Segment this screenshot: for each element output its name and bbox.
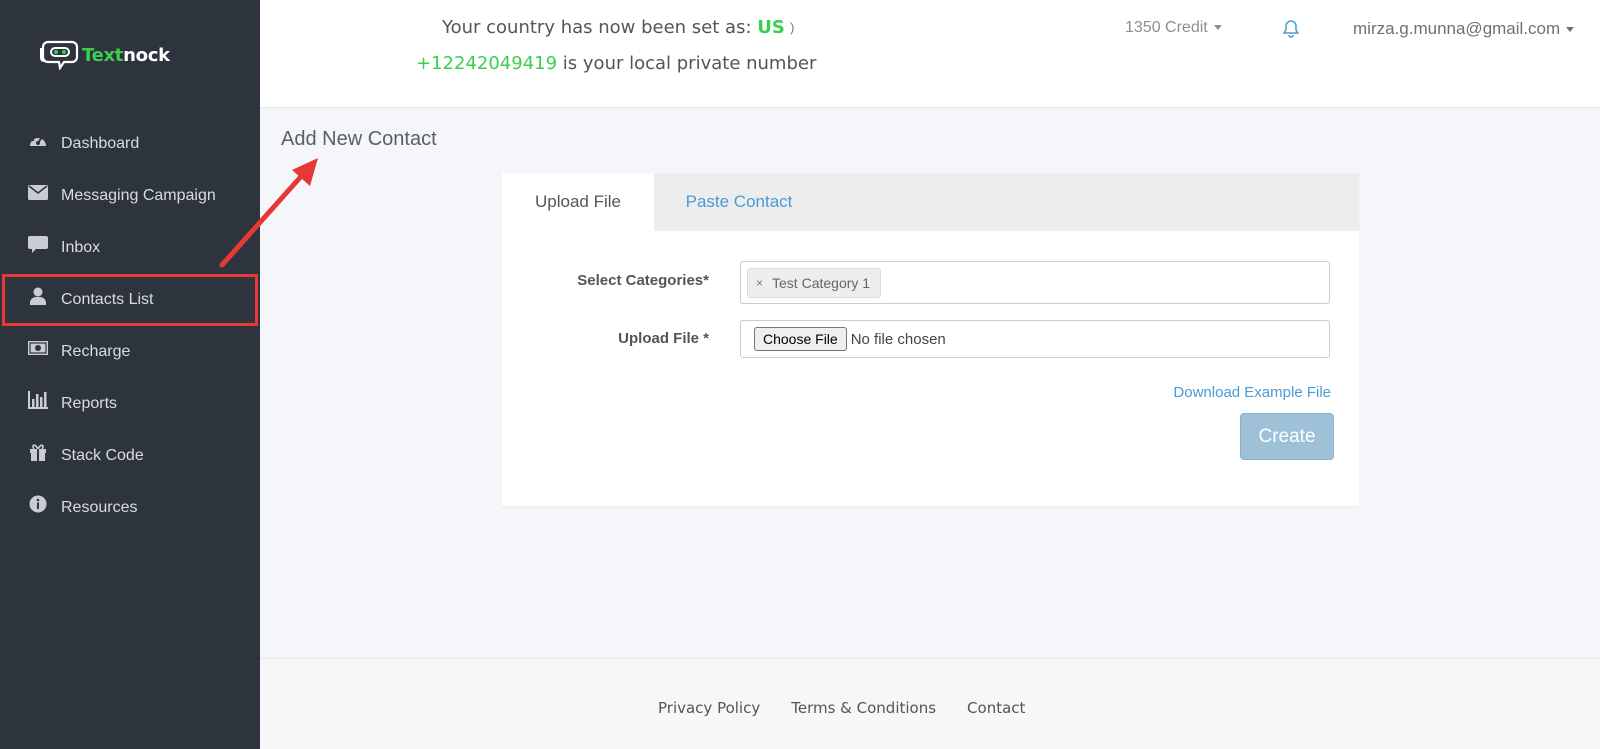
chat-bubble-icon — [28, 234, 48, 254]
add-contact-card: Upload File Paste Contact Select Categor… — [502, 173, 1359, 506]
user-menu[interactable]: mirza.g.munna@gmail.com — [1353, 19, 1575, 39]
country-code: US — [757, 17, 785, 38]
create-button[interactable]: Create — [1240, 413, 1334, 460]
footer: Privacy Policy Terms & Conditions Contac… — [260, 658, 1600, 749]
bar-chart-icon — [28, 390, 48, 410]
sidebar-item-resources[interactable]: Resources — [0, 482, 260, 534]
chevron-down-icon — [1566, 27, 1575, 33]
sidebar-item-label: Recharge — [61, 343, 131, 360]
bell-icon[interactable] — [1282, 19, 1300, 39]
download-example-link[interactable]: Download Example File — [1173, 384, 1331, 401]
annotation-arrow — [219, 158, 318, 268]
category-chip: × Test Category 1 — [747, 268, 882, 298]
sidebar-item-reports[interactable]: Reports — [0, 378, 260, 430]
envelope-icon — [28, 182, 48, 202]
private-number-notice: +12242049419 is your local private numbe… — [416, 53, 817, 74]
user-icon — [28, 286, 48, 306]
footer-links: Privacy Policy Terms & Conditions Contac… — [658, 699, 1056, 717]
notice-paren: ) — [790, 20, 795, 35]
no-file-text: No file chosen — [850, 330, 946, 348]
tab-bar: Upload File Paste Contact — [502, 173, 1359, 231]
brand-logo[interactable]: Textnock — [38, 40, 170, 71]
contact-link[interactable]: Contact — [967, 699, 1025, 717]
sidebar-item-label: Contacts List — [61, 291, 154, 308]
brand-name: Textnock — [82, 44, 170, 66]
sidebar-item-label: Inbox — [61, 239, 101, 256]
remove-chip-icon[interactable]: × — [756, 276, 763, 290]
sidebar-item-stack-code[interactable]: Stack Code — [0, 430, 260, 482]
upload-file-label: Upload File * — [618, 330, 709, 347]
dashboard-gauge-icon — [28, 130, 48, 150]
sidebar-item-label: Messaging Campaign — [61, 187, 216, 204]
sidebar-item-label: Stack Code — [61, 447, 144, 464]
page-title: Add New Contact — [281, 128, 437, 150]
category-chip-label: Test Category 1 — [772, 275, 871, 291]
tab-upload-file[interactable]: Upload File — [502, 173, 654, 231]
chat-bot-logo-icon — [38, 40, 80, 71]
sidebar-item-recharge[interactable]: Recharge — [0, 326, 260, 378]
credit-dropdown[interactable]: 1350 Credit — [1125, 19, 1222, 37]
country-notice: Your country has now been set as: US — [442, 17, 785, 38]
sidebar-item-contacts-list[interactable]: Contacts List — [2, 274, 258, 326]
privacy-policy-link[interactable]: Privacy Policy — [658, 699, 760, 717]
tab-paste-contact[interactable]: Paste Contact — [654, 173, 824, 231]
sidebar: Textnock Dashboard Messaging Campaign In… — [0, 0, 260, 749]
terms-link[interactable]: Terms & Conditions — [791, 699, 936, 717]
top-header: Your country has now been set as: US ) +… — [260, 0, 1600, 108]
money-icon — [28, 338, 48, 358]
sidebar-item-label: Reports — [61, 395, 118, 412]
chevron-down-icon — [1213, 25, 1222, 31]
phone-number: +12242049419 — [416, 53, 558, 74]
sidebar-item-label: Dashboard — [61, 135, 140, 152]
file-input[interactable]: Choose File No file chosen — [740, 320, 1330, 358]
categories-label: Select Categories* — [577, 272, 709, 289]
sidebar-item-label: Resources — [61, 499, 138, 516]
info-circle-icon — [28, 494, 48, 514]
gift-icon — [28, 442, 48, 462]
categories-select[interactable]: × Test Category 1 — [740, 261, 1330, 304]
choose-file-button[interactable]: Choose File — [754, 327, 847, 351]
